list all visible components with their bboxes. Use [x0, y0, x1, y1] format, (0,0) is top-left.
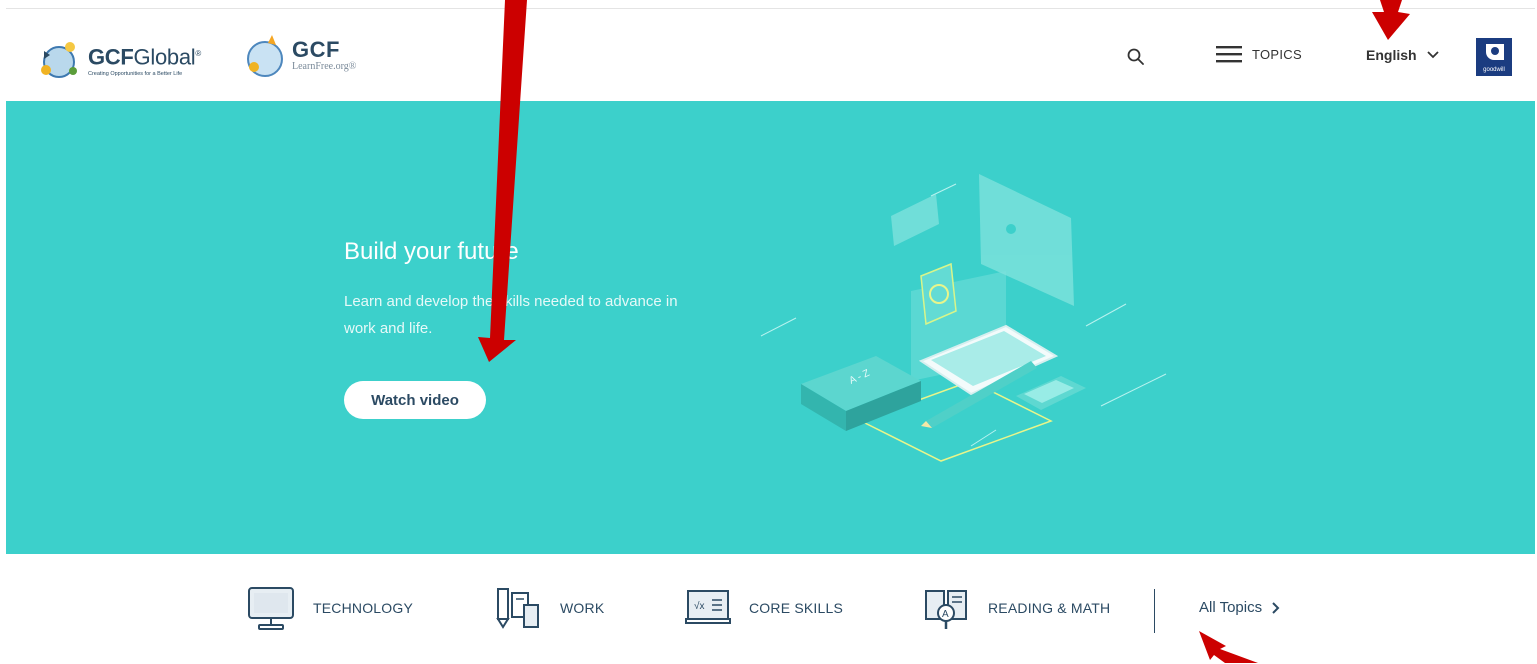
svg-text:A: A [942, 609, 949, 620]
hamburger-menu-icon [1216, 46, 1242, 63]
monitor-icon [248, 587, 294, 630]
hero-banner: Build your future Learn and develop the … [6, 101, 1535, 554]
hero-illustration: A - Z [760, 174, 1167, 462]
topic-label: TECHNOLOGY [313, 600, 414, 616]
reading-book-icon: A [925, 590, 967, 629]
gcfglobal-wordmark: GCFGlobal® [88, 44, 201, 70]
topic-technology[interactable]: TECHNOLOGY [247, 585, 413, 631]
svg-text:√x: √x [694, 600, 705, 612]
learnfree-globe-icon [247, 35, 283, 77]
watch-video-button[interactable]: Watch video [344, 381, 486, 419]
site-header: GCFGlobal® Creating Opportunities for a … [6, 9, 1535, 101]
all-topics-link[interactable]: All Topics [1199, 599, 1280, 616]
topic-label: WORK [560, 600, 605, 616]
goodwill-logo-text: goodwill [1483, 67, 1505, 73]
chevron-down-icon [1426, 51, 1439, 59]
work-tools-icon [496, 588, 539, 629]
language-selector[interactable]: English [1366, 47, 1439, 63]
goodwill-logo[interactable]: goodwill [1476, 38, 1512, 76]
topic-core-skills[interactable]: √x CORE SKILLS [685, 585, 843, 631]
gcfglobal-logo[interactable]: GCFGlobal® Creating Opportunities for a … [36, 37, 201, 83]
learnfree-domain: LearnFree.org® [292, 60, 357, 72]
gcf-globe-icon [41, 42, 77, 78]
all-topics-label: All Topics [1199, 599, 1263, 616]
hero-title: Build your future [344, 238, 519, 265]
learnfree-wordmark: GCF [292, 36, 340, 62]
topics-menu-button[interactable]: TOPICS [1216, 45, 1302, 63]
language-label: English [1366, 47, 1417, 63]
topics-menu-label: TOPICS [1252, 46, 1302, 62]
topics-divider [1154, 589, 1155, 633]
topic-reading-math[interactable]: A READING & MATH [922, 585, 1110, 631]
topic-work[interactable]: WORK [494, 585, 604, 631]
search-icon[interactable] [1126, 47, 1146, 67]
core-skills-icon: √x [685, 590, 731, 624]
topics-row: TECHNOLOGY WORK √x CORE SKILLS A READING… [0, 555, 1537, 663]
topic-label: READING & MATH [988, 600, 1111, 616]
gcfglobal-tagline: Creating Opportunities for a Better Life [88, 70, 183, 77]
hero-description: Learn and develop the skills needed to a… [344, 293, 678, 337]
topic-label: CORE SKILLS [749, 600, 844, 616]
chevron-right-icon [1272, 601, 1280, 614]
learnfree-logo[interactable]: GCF LearnFree.org® [242, 29, 356, 81]
